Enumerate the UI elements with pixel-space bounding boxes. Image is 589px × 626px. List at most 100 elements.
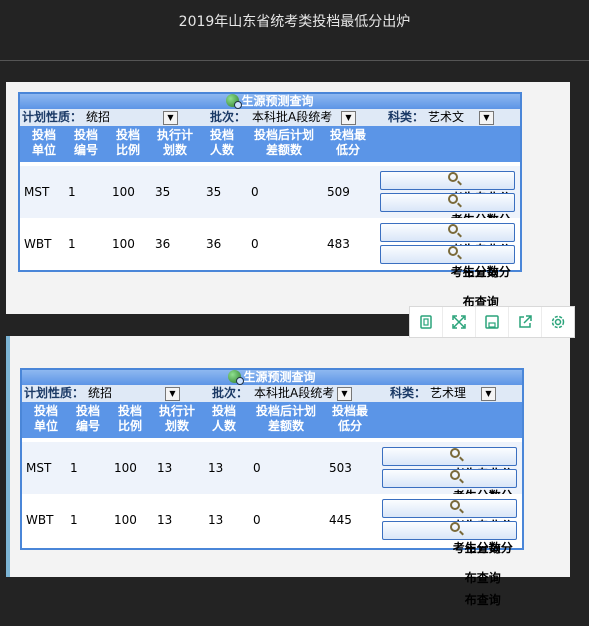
major-distribution-button[interactable]: 考生专业分布查询 [382, 499, 517, 585]
cell-min-score: 503 [329, 461, 352, 475]
col-min-score: 投档最 低分 [331, 404, 368, 433]
score-distribution-button[interactable]: 考生分数分布查询 [380, 193, 515, 279]
col-count: 投档 人数 [211, 404, 236, 433]
col-min-score: 投档最 低分 [329, 128, 366, 157]
cell-diff: 0 [253, 461, 261, 475]
filter-bar: 计划性质： 统招 ▼ 批次： 本科批A段统考 ▼ 科类： 艺术理 ▼ [22, 385, 522, 402]
batch-value: 本科批A段统考 [254, 386, 335, 400]
bookmark-icon [420, 315, 432, 329]
subject-label: 科类： [388, 110, 425, 124]
major-distribution-button[interactable]: 考生专业分布查询 [380, 223, 515, 309]
bookmark-button[interactable] [410, 307, 443, 337]
col-diff: 投档后计划 差额数 [255, 404, 316, 433]
share-button[interactable] [509, 307, 542, 337]
cell-unit: WBT [24, 237, 52, 251]
batch-label: 批次： [212, 386, 249, 400]
cell-plan: 13 [157, 513, 173, 527]
cell-unit: MST [26, 461, 52, 475]
settings-button[interactable] [542, 307, 574, 337]
button-label: 考生分数分布查询 [452, 541, 513, 607]
table-row: MST 1 100 35 35 0 509 考生专业分布查询 考生分数分布查询 [20, 166, 520, 279]
cell-diff: 0 [251, 185, 259, 199]
plan-type-label: 计划性质： [24, 386, 85, 400]
filter-bar: 计划性质： 统招 ▼ 批次： 本科批A段统考 ▼ 科类： 艺术文 ▼ [20, 109, 520, 126]
plan-type-value: 统招 [88, 386, 113, 400]
batch-label: 批次： [210, 110, 247, 124]
score-distribution-button[interactable]: 考生分数分布查询 [382, 469, 517, 555]
fullscreen-icon [452, 315, 466, 329]
cell-plan: 35 [155, 185, 171, 199]
subject-value: 艺术理 [430, 386, 467, 400]
share-icon [519, 315, 532, 328]
cell-ratio: 100 [114, 461, 137, 475]
cell-unit: WBT [26, 513, 54, 527]
major-distribution-button[interactable]: 考生专业分布查询 [382, 447, 517, 533]
embedded-screenshot-1: 生源预测查询 计划性质： 统招 ▼ 批次： 本科批A段统考 ▼ 科类： 艺术文 … [6, 82, 570, 331]
panel-title: 生源预测查询 [241, 94, 314, 108]
major-distribution-button[interactable]: 考生专业分布查询 [380, 171, 515, 257]
cell-ratio: 100 [112, 185, 135, 199]
col-count: 投档 人数 [209, 128, 234, 157]
table-header: 投档 单位 投档 编号 投档 比例 执行计 划数 投档 人数 投档后计划 差额数… [20, 126, 520, 162]
cell-code: 1 [68, 185, 76, 199]
cell-plan: 13 [157, 461, 173, 475]
col-unit: 投档 单位 [33, 404, 58, 433]
col-unit: 投档 单位 [31, 128, 56, 157]
cell-plan: 36 [155, 237, 171, 251]
cell-min-score: 483 [327, 237, 350, 251]
table-header: 投档 单位 投档 编号 投档 比例 执行计 划数 投档 人数 投档后计划 差额数… [22, 402, 522, 438]
cell-code: 1 [70, 513, 78, 527]
subject-label: 科类： [390, 386, 427, 400]
plan-type-dropdown[interactable]: ▼ [163, 111, 178, 125]
score-distribution-button[interactable]: 考生分数分布查询 [382, 521, 517, 607]
cell-count: 36 [206, 237, 222, 251]
save-icon [485, 315, 499, 329]
cell-min-score: 445 [329, 513, 352, 527]
batch-value: 本科批A段统考 [252, 110, 333, 124]
cell-unit: MST [24, 185, 50, 199]
table-row: MST 1 100 13 13 0 503 考生专业分布查询 考生分数分布查询 [22, 442, 522, 555]
cell-diff: 0 [253, 513, 261, 527]
query-panel-1: 生源预测查询 计划性质： 统招 ▼ 批次： 本科批A段统考 ▼ 科类： 艺术文 … [18, 92, 522, 331]
panel-title-bar: 生源预测查询 [20, 94, 520, 109]
plan-type-dropdown[interactable]: ▼ [165, 387, 180, 401]
panel-title: 生源预测查询 [243, 370, 316, 384]
cell-ratio: 100 [114, 513, 137, 527]
plan-type-label: 计划性质： [22, 110, 83, 124]
col-diff: 投档后计划 差额数 [253, 128, 314, 157]
query-panel-2: 生源预测查询 计划性质： 统招 ▼ 批次： 本科批A段统考 ▼ 科类： 艺术理 … [20, 368, 524, 607]
batch-dropdown[interactable]: ▼ [341, 111, 356, 125]
divider [0, 60, 589, 61]
table-row: WBT 1 100 13 13 0 445 考生专业分布查询 考生分数分布查询 [22, 494, 522, 607]
cell-code: 1 [70, 461, 78, 475]
cell-count: 13 [208, 461, 224, 475]
embedded-screenshot-2: 生源预测查询 计划性质： 统招 ▼ 批次： 本科批A段统考 ▼ 科类： 艺术理 … [6, 336, 570, 607]
batch-dropdown[interactable]: ▼ [337, 387, 352, 401]
col-ratio: 投档 比例 [115, 128, 140, 157]
save-button[interactable] [476, 307, 509, 337]
cell-count: 35 [206, 185, 222, 199]
col-ratio: 投档 比例 [117, 404, 142, 433]
panel-title-bar: 生源预测查询 [22, 370, 522, 385]
plan-type-value: 统招 [86, 110, 111, 124]
score-distribution-button[interactable]: 考生分数分布查询 [380, 245, 515, 331]
cell-code: 1 [68, 237, 76, 251]
image-toolbar [409, 306, 575, 338]
globe-search-icon [228, 370, 245, 385]
subject-value: 艺术文 [428, 110, 465, 124]
subject-dropdown[interactable]: ▼ [479, 111, 494, 125]
globe-search-icon [226, 94, 243, 109]
col-code: 投档 编号 [75, 404, 100, 433]
cell-ratio: 100 [112, 237, 135, 251]
col-code: 投档 编号 [73, 128, 98, 157]
table-row: WBT 1 100 36 36 0 483 考生专业分布查询 考生分数分布查询 [20, 218, 520, 331]
cell-count: 13 [208, 513, 224, 527]
fullscreen-button[interactable] [443, 307, 476, 337]
page-title: 2019年山东省统考类投档最低分出炉 [178, 14, 411, 30]
col-plan: 执行计 划数 [156, 128, 193, 157]
settings-icon [551, 315, 565, 329]
col-plan: 执行计 划数 [158, 404, 195, 433]
subject-dropdown[interactable]: ▼ [481, 387, 496, 401]
cell-diff: 0 [251, 237, 259, 251]
cell-min-score: 509 [327, 185, 350, 199]
